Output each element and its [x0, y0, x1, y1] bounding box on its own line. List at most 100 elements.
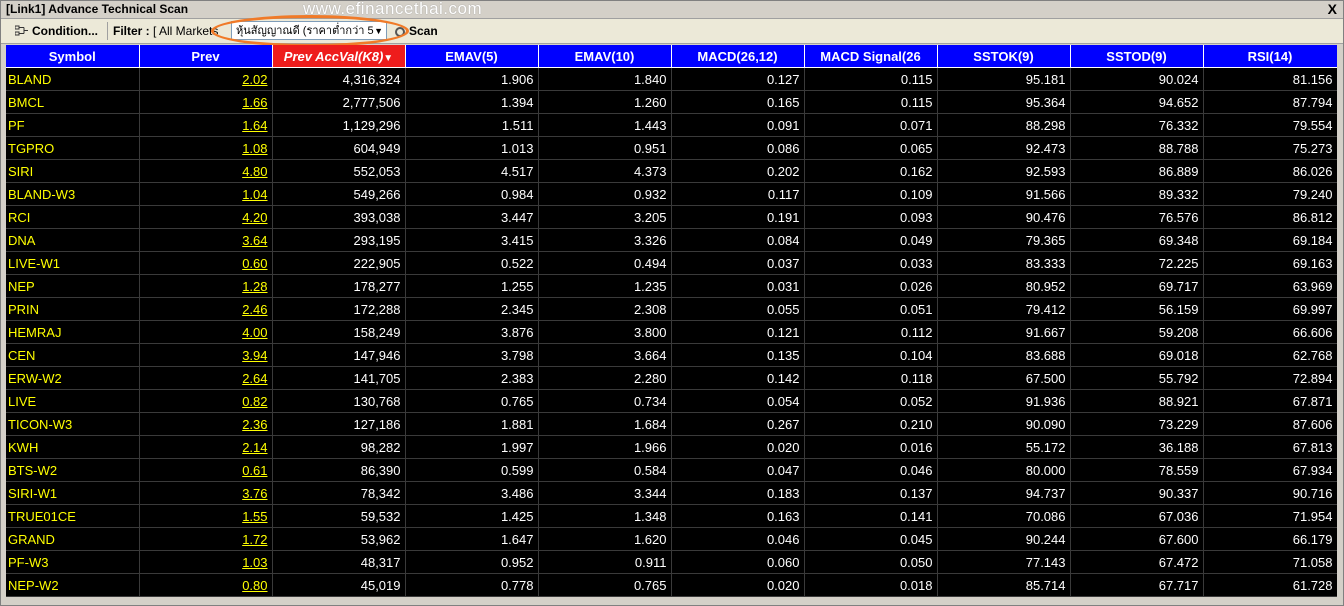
symbol-cell: NEP-W2	[6, 573, 140, 597]
table-row[interactable]: TGPRO 1.08 604,949 1.013 0.951 0.086 0.065 92.4…	[6, 136, 1337, 160]
table-row[interactable]: SIRI 4.80 552,053 4.517 4.373 0.202 0.162 92.59…	[6, 159, 1337, 183]
prev-cell: 1.08	[139, 136, 273, 160]
table-row[interactable]: RCI 4.20 393,038 3.447 3.205 0.191 0.093 90.476…	[6, 205, 1337, 229]
value-cell: 0.046	[804, 458, 938, 482]
value-cell: 0.984	[405, 182, 539, 206]
prev-price-link[interactable]: 3.94	[242, 348, 267, 363]
value-cell: 0.141	[804, 504, 938, 528]
table-row[interactable]: SIRI-W1 3.76 78,342 3.486 3.344 0.183 0.137 94.…	[6, 481, 1337, 505]
prev-cell: 0.82	[139, 389, 273, 413]
value-cell: 0.112	[804, 320, 938, 344]
scan-button[interactable]: Scan	[395, 23, 438, 39]
value-cell: 1.425	[405, 504, 539, 528]
table-row[interactable]: ERW-W2 2.64 141,705 2.383 2.280 0.142 0.118 67.…	[6, 366, 1337, 390]
table-row[interactable]: BMCL 1.66 2,777,506 1.394 1.260 0.165 0.115 95.…	[6, 90, 1337, 114]
value-cell: 94.737	[937, 481, 1071, 505]
prev-price-link[interactable]: 3.64	[242, 233, 267, 248]
column-header-3[interactable]: EMAV(5)	[405, 45, 539, 68]
value-cell: 91.936	[937, 389, 1071, 413]
prev-price-link[interactable]: 1.64	[242, 118, 267, 133]
column-header-2[interactable]: Prev AccVal(K8)▼	[272, 45, 406, 68]
value-cell: 0.210	[804, 412, 938, 436]
value-cell: 67.472	[1070, 550, 1204, 574]
prev-price-link[interactable]: 2.36	[242, 417, 267, 432]
value-cell: 1.443	[538, 113, 672, 137]
prev-cell: 3.94	[139, 343, 273, 367]
value-cell: 90.024	[1070, 67, 1204, 91]
table-row[interactable]: PRIN 2.46 172,288 2.345 2.308 0.055 0.051 79.41…	[6, 297, 1337, 321]
value-cell: 0.054	[671, 389, 805, 413]
value-cell: 0.117	[671, 182, 805, 206]
value-cell: 92.473	[937, 136, 1071, 160]
prev-price-link[interactable]: 2.46	[242, 302, 267, 317]
column-header-4[interactable]: EMAV(10)	[538, 45, 672, 68]
table-row[interactable]: LIVE 0.82 130,768 0.765 0.734 0.054 0.052 91.93…	[6, 389, 1337, 413]
symbol-cell: LIVE-W1	[6, 251, 140, 275]
prev-price-link[interactable]: 4.80	[242, 164, 267, 179]
table-row[interactable]: DNA 3.64 293,195 3.415 3.326 0.084 0.049 79.365…	[6, 228, 1337, 252]
table-row[interactable]: PF 1.64 1,129,296 1.511 1.443 0.091 0.071 88.29…	[6, 113, 1337, 137]
table-row[interactable]: NEP 1.28 178,277 1.255 1.235 0.031 0.026 80.952…	[6, 274, 1337, 298]
prev-price-link[interactable]: 1.03	[242, 555, 267, 570]
prev-price-link[interactable]: 4.00	[242, 325, 267, 340]
column-header-5[interactable]: MACD(26,12)	[671, 45, 805, 68]
symbol-cell: BLAND-W3	[6, 182, 140, 206]
strategy-select[interactable]: หุ้นสัญญาณดี (ราคาต่ำกว่า 5 ▼	[231, 21, 387, 40]
value-cell: 0.065	[804, 136, 938, 160]
table-row[interactable]: PF-W3 1.03 48,317 0.952 0.911 0.060 0.050 77.14…	[6, 550, 1337, 574]
prev-price-link[interactable]: 0.60	[242, 256, 267, 271]
symbol-cell: GRAND	[6, 527, 140, 551]
column-header-0[interactable]: Symbol	[6, 45, 140, 68]
table-row[interactable]: TRUE01CE 1.55 59,532 1.425 1.348 0.163 0.141 70…	[6, 504, 1337, 528]
value-cell: 3.664	[538, 343, 672, 367]
prev-price-link[interactable]: 2.02	[242, 72, 267, 87]
title-bar[interactable]: [Link1] Advance Technical Scan www.efina…	[1, 0, 1343, 19]
table-row[interactable]: LIVE-W1 0.60 222,905 0.522 0.494 0.037 0.033 83…	[6, 251, 1337, 275]
table-row[interactable]: TICON-W3 2.36 127,186 1.881 1.684 0.267 0.210 9…	[6, 412, 1337, 436]
column-header-7[interactable]: SSTOK(9)	[937, 45, 1071, 68]
value-cell: 85.714	[937, 573, 1071, 597]
prev-price-link[interactable]: 1.55	[242, 509, 267, 524]
table-row[interactable]: BTS-W2 0.61 86,390 0.599 0.584 0.047 0.046 80.0…	[6, 458, 1337, 482]
table-row[interactable]: NEP-W2 0.80 45,019 0.778 0.765 0.020 0.018 85.7…	[6, 573, 1337, 597]
prev-price-link[interactable]: 1.28	[242, 279, 267, 294]
value-cell: 2.383	[405, 366, 539, 390]
chevron-down-icon: ▼	[374, 26, 383, 36]
condition-button[interactable]: Condition...	[14, 23, 98, 39]
prev-price-link[interactable]: 4.20	[242, 210, 267, 225]
prev-price-link[interactable]: 1.04	[242, 187, 267, 202]
prev-price-link[interactable]: 2.14	[242, 440, 267, 455]
table-row[interactable]: KWH 2.14 98,282 1.997 1.966 0.020 0.016 55.172 3…	[6, 435, 1337, 459]
column-header-9[interactable]: RSI(14)	[1203, 45, 1337, 68]
column-header-1[interactable]: Prev	[139, 45, 273, 68]
table-row[interactable]: HEMRAJ 4.00 158,249 3.876 3.800 0.121 0.112 91.…	[6, 320, 1337, 344]
prev-price-link[interactable]: 3.76	[242, 486, 267, 501]
column-header-8[interactable]: SSTOD(9)	[1070, 45, 1204, 68]
value-cell: 79.240	[1203, 182, 1337, 206]
value-cell: 172,288	[272, 297, 406, 321]
table-row[interactable]: BLAND-W3 1.04 549,266 0.984 0.932 0.117 0.109 9…	[6, 182, 1337, 206]
prev-price-link[interactable]: 0.80	[242, 578, 267, 593]
table-row[interactable]: CEN 3.94 147,946 3.798 3.664 0.135 0.104 83.688…	[6, 343, 1337, 367]
value-cell: 0.127	[671, 67, 805, 91]
value-cell: 0.599	[405, 458, 539, 482]
scan-results-grid[interactable]: Symbol Prev Prev AccVal(K8)▼ EMAV(5) EMAV(10…	[6, 45, 1337, 597]
prev-price-link[interactable]: 2.64	[242, 371, 267, 386]
symbol-cell: TRUE01CE	[6, 504, 140, 528]
prev-price-link[interactable]: 1.66	[242, 95, 267, 110]
prev-price-link[interactable]: 0.82	[242, 394, 267, 409]
column-header-label: MACD Signal(26	[820, 48, 921, 64]
value-cell: 48,317	[272, 550, 406, 574]
close-button[interactable]: X	[1328, 1, 1337, 17]
table-row[interactable]: BLAND 2.02 4,316,324 1.906 1.840 0.127 0.115 95…	[6, 67, 1337, 91]
table-row[interactable]: GRAND 1.72 53,962 1.647 1.620 0.046 0.045 90.24…	[6, 527, 1337, 551]
symbol-cell: ERW-W2	[6, 366, 140, 390]
column-header-6[interactable]: MACD Signal(26	[804, 45, 938, 68]
value-cell: 45,019	[272, 573, 406, 597]
prev-price-link[interactable]: 1.08	[242, 141, 267, 156]
market-filter-select[interactable]: [ All Markets ]	[153, 23, 221, 39]
value-cell: 4.517	[405, 159, 539, 183]
prev-price-link[interactable]: 0.61	[242, 463, 267, 478]
prev-price-link[interactable]: 1.72	[242, 532, 267, 547]
value-cell: 0.049	[804, 228, 938, 252]
